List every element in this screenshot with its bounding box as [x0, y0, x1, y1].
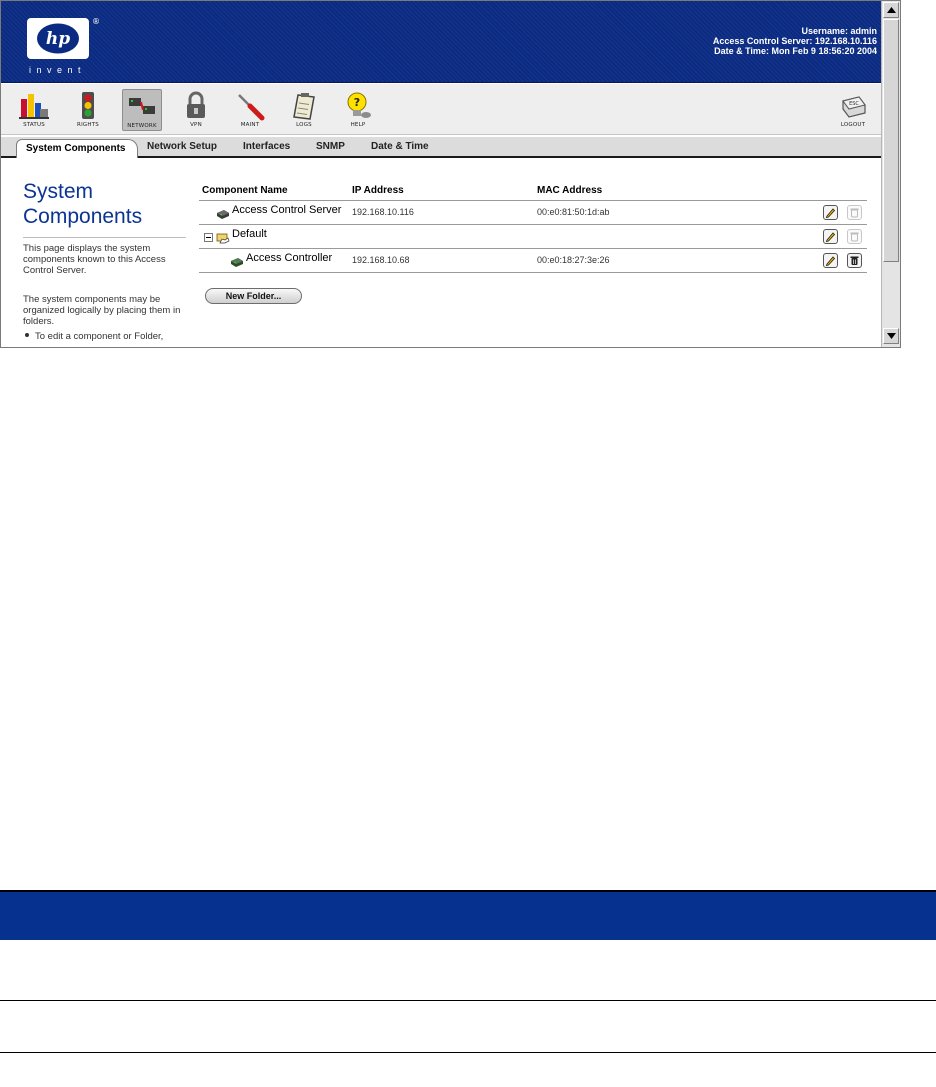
bullet-dot [25, 333, 29, 337]
pencil-icon [825, 256, 836, 266]
tab-system-components[interactable]: System Components [16, 139, 139, 158]
column-header-ip: IP Address [352, 185, 404, 196]
padlock-icon [187, 91, 205, 118]
column-header-name: Component Name [202, 185, 288, 196]
tab-interfaces[interactable]: Interfaces [243, 141, 290, 152]
page-viewport: hp ® invent Username: admin Access Contr… [1, 1, 881, 347]
collapse-toggle[interactable] [204, 233, 213, 242]
toolbar-vpn-label: VPN [190, 122, 202, 128]
svg-text:?: ? [354, 96, 360, 109]
toolbar-status-label: STATUS [23, 122, 45, 128]
server-text: Access Control Server: 192.168.10.116 [712, 36, 877, 46]
component-name: Access Controller [246, 252, 333, 264]
scroll-down-button[interactable] [883, 328, 899, 344]
table-header: Component Name IP Address MAC Address [199, 182, 867, 201]
edit-button[interactable] [823, 229, 838, 244]
tab-bar: System Components Network Setup Interfac… [1, 137, 881, 158]
document-table-rule [0, 1052, 936, 1053]
title-divider [23, 237, 186, 238]
folder-hand-icon [216, 233, 230, 244]
status-chart-icon [19, 94, 49, 119]
clipboard-icon [293, 93, 315, 120]
column-header-mac: MAC Address [537, 185, 603, 196]
toolbar-network-label: NETWORK [127, 123, 157, 129]
scroll-thumb[interactable] [883, 19, 899, 262]
table-row[interactable]: Default [199, 225, 867, 249]
device-icon [217, 210, 229, 219]
logout-key-icon: ESC [842, 96, 866, 118]
document-table-rule [0, 1000, 936, 1001]
component-ip: 192.168.10.68 [352, 255, 410, 265]
toolbar-logs-button[interactable]: LOGS [284, 89, 324, 131]
hp-logo: hp [27, 18, 89, 59]
delete-button [847, 205, 862, 220]
edit-button[interactable] [823, 253, 838, 268]
trash-icon [850, 232, 859, 242]
toolbar-vpn-button[interactable]: VPN [176, 89, 216, 131]
username-text: Username: admin [801, 26, 877, 36]
trash-icon [850, 208, 859, 218]
delete-button [847, 229, 862, 244]
header-banner: hp ® invent Username: admin Access Contr… [1, 1, 881, 83]
toolbar-logout-button[interactable]: ESC LOGOUT [833, 89, 873, 131]
document-table-header [0, 890, 936, 940]
table-row[interactable]: Access Controller 192.168.10.68 00:e0:18… [199, 249, 867, 273]
component-mac: 00:e0:81:50:1d:ab [537, 207, 610, 217]
main-toolbar: STATUS RIGHTS NETWORK VPN MAINT LOGS ? H… [1, 84, 881, 135]
table-row[interactable]: Access Control Server 192.168.10.116 00:… [199, 201, 867, 225]
toolbar-help-button[interactable]: ? HELP [338, 89, 378, 131]
pencil-icon [825, 232, 836, 242]
toolbar-help-label: HELP [350, 122, 366, 128]
arrow-up-icon [887, 7, 896, 13]
device-icon [231, 258, 243, 267]
new-folder-button[interactable]: New Folder... [205, 288, 302, 304]
toolbar-maint-label: MAINT [240, 122, 260, 128]
network-icon [129, 98, 155, 114]
toolbar-logs-label: LOGS [296, 122, 312, 128]
component-mac: 00:e0:18:27:3e:26 [537, 255, 610, 265]
help-paragraph-2: The system components may be organized l… [23, 294, 181, 327]
component-name: Default [232, 228, 267, 240]
toolbar-network-button[interactable]: NETWORK [122, 89, 162, 131]
browser-window: hp ® invent Username: admin Access Contr… [0, 0, 901, 348]
vertical-scrollbar[interactable] [881, 1, 900, 347]
svg-text:hp: hp [46, 29, 70, 49]
toolbar-logout-label: LOGOUT [840, 122, 866, 128]
toolbar-rights-button[interactable]: RIGHTS [68, 89, 108, 131]
tab-date-time[interactable]: Date & Time [371, 141, 429, 152]
toolbar-status-button[interactable]: STATUS [14, 89, 54, 131]
page-title: System Components [23, 180, 143, 228]
traffic-light-icon [82, 92, 94, 119]
session-info: Username: admin Access Control Server: 1… [713, 26, 877, 56]
components-table: Component Name IP Address MAC Address Ac… [199, 182, 867, 273]
scroll-up-button[interactable] [883, 2, 899, 18]
help-bullet-text: To edit a component or Folder, [35, 331, 164, 342]
trash-icon [850, 256, 859, 265]
registered-mark: ® [92, 17, 100, 26]
arrow-down-icon [887, 333, 896, 339]
component-ip: 192.168.10.116 [352, 207, 414, 217]
component-name: Access Control Server [232, 204, 342, 216]
pencil-icon [825, 208, 836, 218]
lightbulb-question-icon: ? [347, 92, 371, 118]
edit-button[interactable] [823, 205, 838, 220]
tab-network-setup[interactable]: Network Setup [147, 141, 217, 152]
help-paragraph-1: This page displays the system components… [23, 243, 166, 276]
toolbar-rights-label: RIGHTS [77, 122, 99, 128]
delete-button[interactable] [847, 253, 862, 268]
screwdriver-icon [238, 94, 265, 121]
svg-text:ESC: ESC [849, 101, 859, 107]
tab-snmp[interactable]: SNMP [316, 141, 345, 152]
toolbar-maint-button[interactable]: MAINT [230, 89, 270, 131]
help-bullet: To edit a component or Folder, [23, 331, 187, 342]
datetime-text: Date & Time: Mon Feb 9 18:56:20 2004 [714, 46, 877, 56]
logo-tagline: invent [29, 65, 87, 75]
